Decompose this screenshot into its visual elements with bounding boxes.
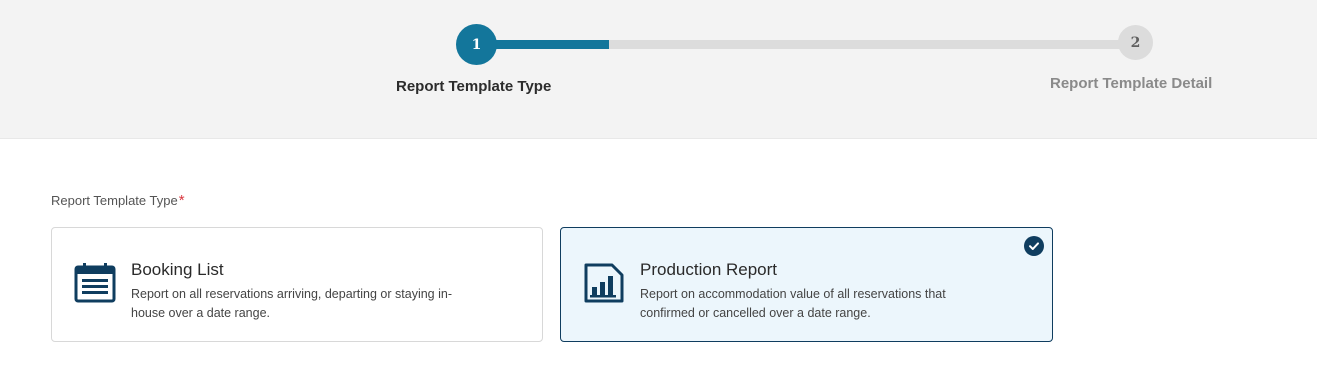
required-asterisk: * xyxy=(178,192,185,209)
option-title: Booking List xyxy=(131,260,224,279)
option-production-report[interactable]: Production Report Report on accommodatio… xyxy=(560,227,1053,342)
step-2-indicator[interactable]: 2 xyxy=(1118,25,1153,60)
field-label-text: Report Template Type xyxy=(51,193,178,208)
selected-check-icon xyxy=(1024,236,1044,256)
option-description: Report on accommodation value of all res… xyxy=(640,287,946,320)
bar-chart-icon xyxy=(584,263,624,303)
report-template-type-label: Report Template Type* xyxy=(51,192,185,209)
step-1-label[interactable]: Report Template Type xyxy=(396,78,551,95)
progress-track-remaining xyxy=(609,40,1136,49)
option-title: Production Report xyxy=(640,260,778,279)
option-booking-list[interactable]: Booking List Report on all reservations … xyxy=(51,227,543,342)
step-1-indicator[interactable]: 1 xyxy=(456,24,497,65)
stepper: 1 Report Template Type 2 Report Template… xyxy=(0,0,1317,139)
calendar-list-icon xyxy=(74,263,116,303)
option-description: Report on all reservations arriving, dep… xyxy=(131,287,452,320)
step-2-label[interactable]: Report Template Detail xyxy=(1050,75,1212,92)
